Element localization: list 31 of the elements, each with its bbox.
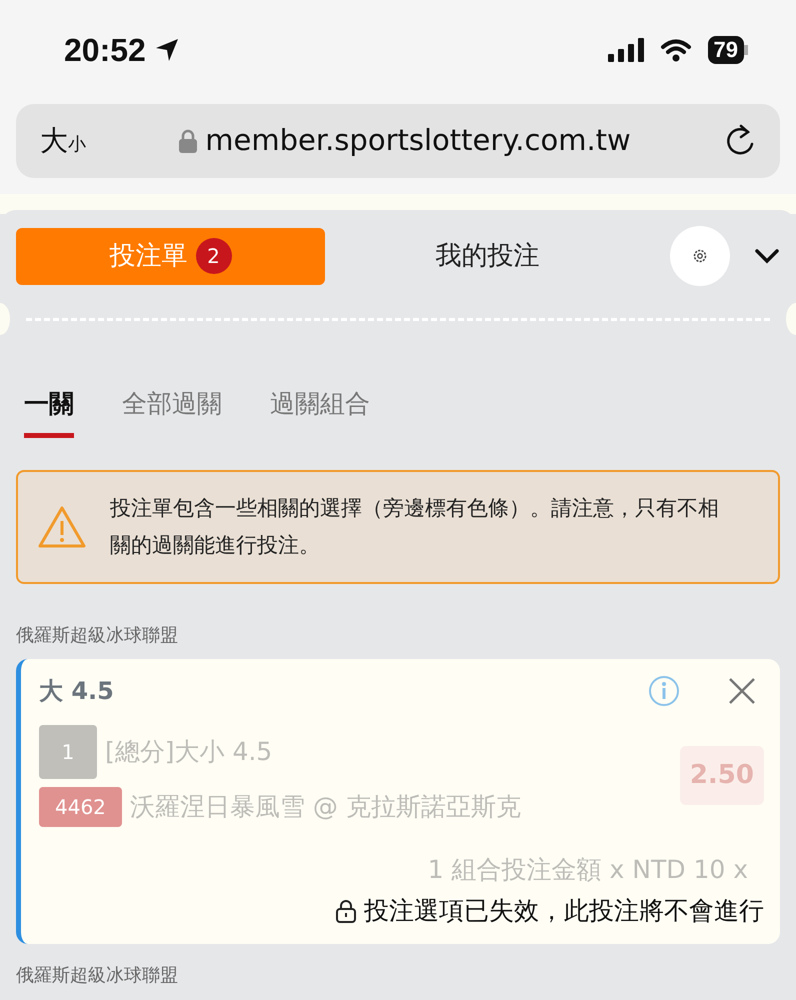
warning-text: 投注單包含一些相關的選擇（旁邊標有色條）。請注意，只有不相關的過關能進行投注。: [110, 494, 720, 558]
bet-type-tab[interactable]: 全部過關: [122, 385, 222, 438]
line-badge: 1: [39, 724, 97, 778]
suspended-notice: 投注選項已失效，此投注將不會進行: [364, 895, 764, 927]
league-name: 俄羅斯超級冰球聯盟: [15, 624, 179, 648]
url-text[interactable]: member.sportslottery.com.tw: [205, 119, 631, 163]
lock-icon: [179, 129, 198, 153]
bet-type-tab[interactable]: 一關: [24, 385, 74, 438]
close-icon[interactable]: [728, 676, 756, 704]
count-badge: 2: [196, 238, 232, 274]
location-arrow-icon: [154, 37, 180, 63]
collapse-chevron-icon[interactable]: [754, 248, 780, 264]
warning-icon: [38, 504, 86, 548]
clock-time: 20:52: [64, 32, 146, 68]
battery-tip-icon: [744, 45, 748, 55]
stake-text: 1 組合投注金額 x NTD 10 x: [426, 854, 749, 886]
selection-title: 大 4.5: [39, 676, 115, 706]
bet-type-tab[interactable]: 過關組合: [270, 385, 370, 438]
line-badge: 4462: [39, 786, 122, 826]
selection-text: [總分]大小 4.5: [105, 736, 272, 768]
header-tab[interactable]: 我的投注: [333, 228, 642, 284]
battery-level: 79: [708, 36, 744, 64]
text-size-button[interactable]: 大小: [40, 120, 86, 162]
signal-icon: [608, 38, 644, 62]
settings-icon: [691, 247, 709, 265]
header-tab[interactable]: 投注單 2: [16, 228, 325, 284]
odds-value: 2.50: [680, 746, 764, 805]
league-name: 俄羅斯超級冰球聯盟: [15, 964, 179, 988]
selection-text: 沃羅涅日暴風雪 @ 克拉斯諾亞斯克: [130, 790, 521, 823]
lock-icon: [336, 898, 356, 923]
wifi-icon: [660, 38, 692, 62]
